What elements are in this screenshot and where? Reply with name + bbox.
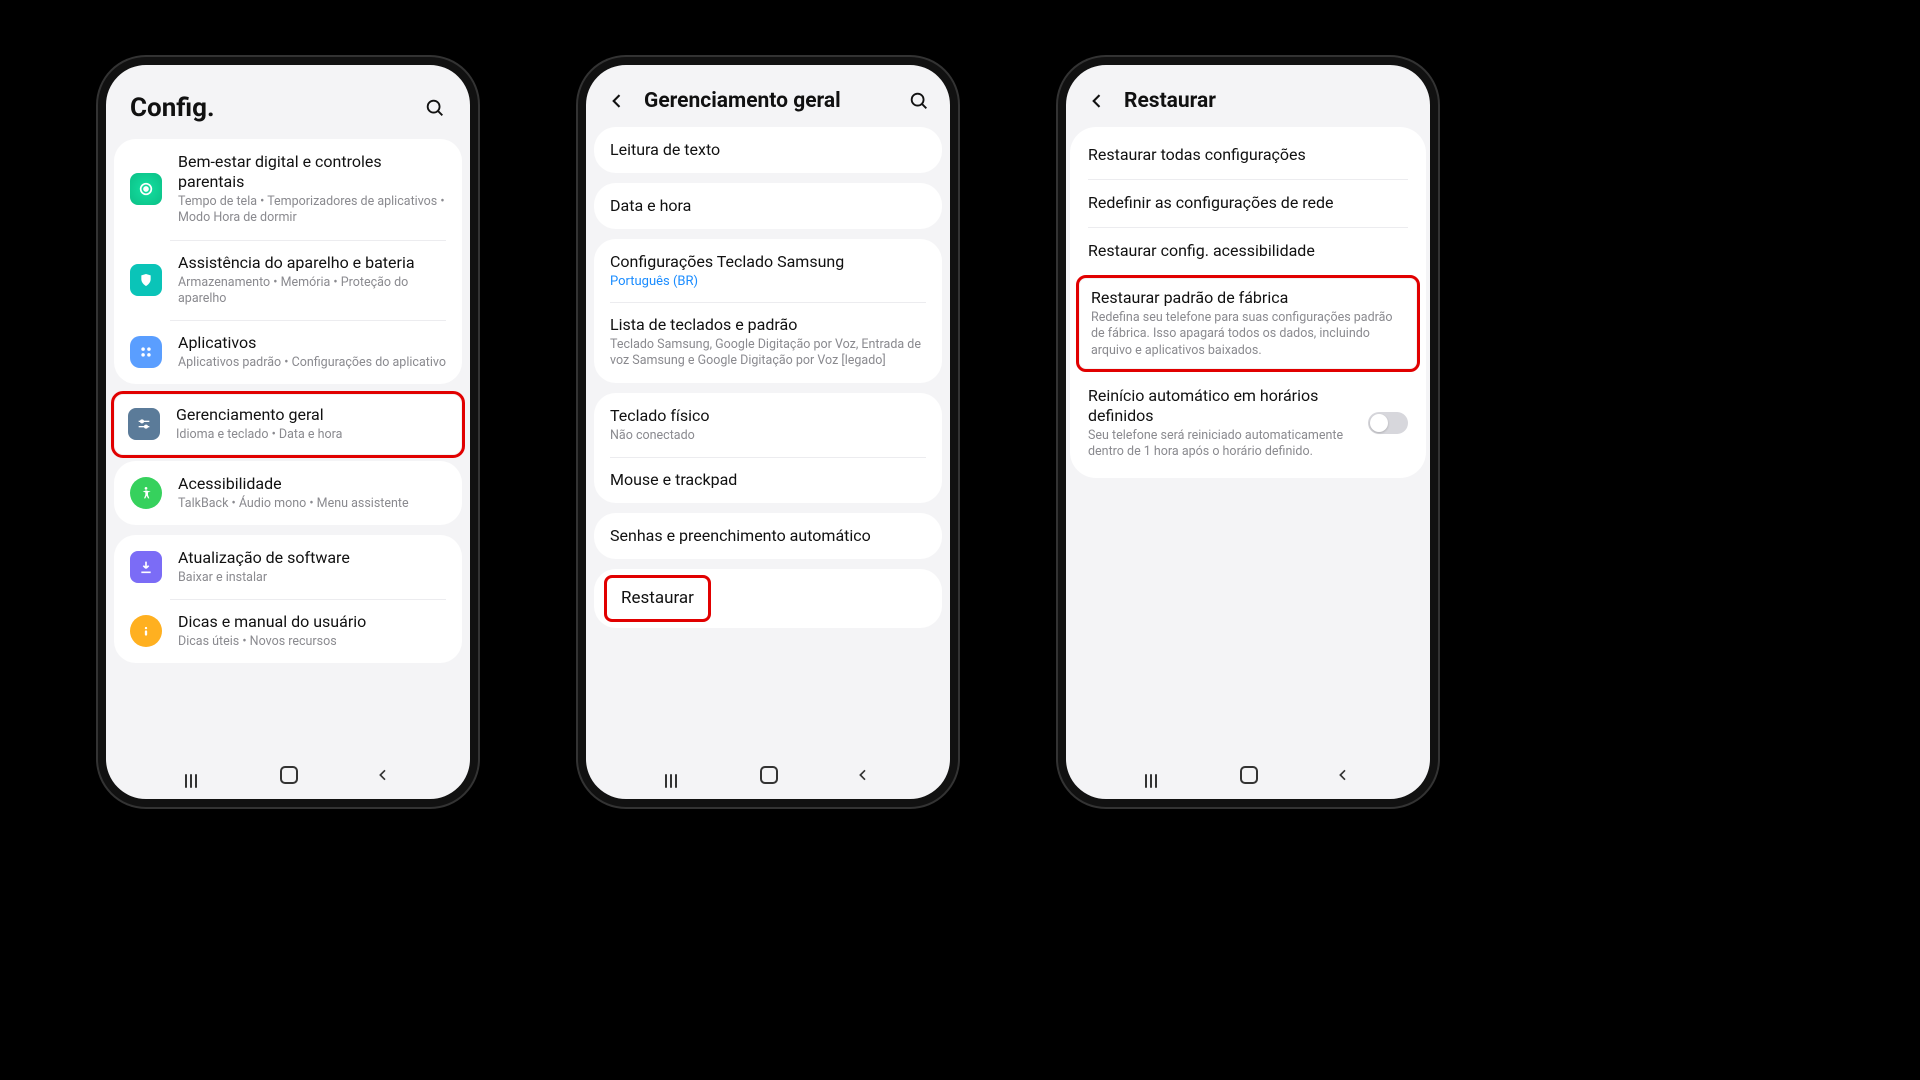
search-icon[interactable]	[908, 90, 930, 112]
item-title: Lista de teclados e padrão	[610, 315, 926, 335]
settings-item-general-management[interactable]: Gerenciamento geral Idioma e teclado • D…	[114, 394, 462, 454]
nav-back[interactable]	[1335, 767, 1351, 783]
item-title: Bem-estar digital e controles parentais	[178, 152, 446, 192]
nav-recents[interactable]	[665, 774, 683, 776]
settings-item-apps[interactable]: Aplicativos Aplicativos padrão • Configu…	[114, 320, 462, 384]
item-reset-all-settings[interactable]: Restaurar todas configurações	[1070, 131, 1426, 179]
accessibility-icon	[130, 477, 162, 509]
item-subtitle: TalkBack • Áudio mono • Menu assistente	[178, 496, 446, 512]
android-navbar	[106, 757, 470, 799]
highlight-factory-reset: Restaurar padrão de fábrica Redefina seu…	[1076, 275, 1420, 372]
nav-home[interactable]	[280, 766, 298, 784]
item-reset[interactable]: Restaurar	[621, 588, 694, 608]
item-factory-reset[interactable]: Restaurar padrão de fábrica Redefina seu…	[1091, 288, 1405, 359]
nav-home[interactable]	[1240, 766, 1258, 784]
nav-recents[interactable]	[1145, 774, 1163, 776]
item-subtitle: Baixar e instalar	[178, 570, 446, 586]
item-subtitle: Idioma e teclado • Data e hora	[176, 427, 448, 443]
item-title: Senhas e preenchimento automático	[610, 526, 871, 546]
settings-item-accessibility[interactable]: Acessibilidade TalkBack • Áudio mono • M…	[114, 461, 462, 525]
highlight-general-management: Gerenciamento geral Idioma e teclado • D…	[111, 391, 465, 457]
item-title: Configurações Teclado Samsung	[610, 252, 926, 272]
item-title: Gerenciamento geral	[176, 405, 448, 425]
item-subtitle: Aplicativos padrão • Configurações do ap…	[178, 355, 446, 371]
page-title: Config.	[130, 93, 408, 123]
software-update-icon	[130, 551, 162, 583]
item-title: Assistência do aparelho e bateria	[178, 253, 446, 273]
item-link: Português (BR)	[610, 274, 926, 289]
item-title: Teclado físico	[610, 406, 926, 426]
settings-item-digital-wellbeing[interactable]: Bem-estar digital e controles parentais …	[114, 139, 462, 240]
item-subtitle: Redefina seu telefone para suas configur…	[1091, 310, 1405, 359]
highlight-reset: Restaurar	[604, 575, 711, 622]
item-reset-accessibility[interactable]: Restaurar config. acessibilidade	[1070, 227, 1426, 275]
general-management-list: Leitura de texto Data e hora Configuraçõ…	[586, 127, 950, 757]
item-title: Reinício automático em horários definido…	[1088, 386, 1354, 426]
phone-3: Restaurar Restaurar todas configurações …	[1058, 57, 1438, 807]
nav-back[interactable]	[375, 767, 391, 783]
header: Config.	[106, 65, 470, 139]
page-title: Restaurar	[1124, 89, 1410, 113]
settings-item-tips[interactable]: Dicas e manual do usuário Dicas úteis • …	[114, 599, 462, 663]
phone-1: Config. Bem-estar digital e controles pa…	[98, 57, 478, 807]
item-subtitle: Não conectado	[610, 428, 926, 444]
tips-icon	[130, 615, 162, 647]
item-samsung-keyboard[interactable]: Configurações Teclado Samsung Português …	[594, 239, 942, 302]
item-title: Data e hora	[610, 196, 691, 216]
item-title: Restaurar padrão de fábrica	[1091, 288, 1405, 308]
item-title: Mouse e trackpad	[610, 470, 737, 490]
item-auto-restart[interactable]: Reinício automático em horários definido…	[1070, 372, 1426, 475]
item-subtitle: Armazenamento • Memória • Proteção do ap…	[178, 275, 446, 308]
item-title: Restaurar todas configurações	[1088, 145, 1408, 165]
header: Gerenciamento geral	[586, 65, 950, 127]
item-title: Acessibilidade	[178, 474, 446, 494]
item-title: Leitura de texto	[610, 140, 720, 160]
android-navbar	[586, 757, 950, 799]
nav-recents[interactable]	[185, 774, 203, 776]
item-title: Dicas e manual do usuário	[178, 612, 446, 632]
back-icon[interactable]	[1086, 90, 1108, 112]
android-navbar	[1066, 757, 1430, 799]
item-title: Redefinir as configurações de rede	[1088, 193, 1408, 213]
item-title: Aplicativos	[178, 333, 446, 353]
item-subtitle: Tempo de tela • Temporizadores de aplica…	[178, 194, 446, 227]
nav-home[interactable]	[760, 766, 778, 784]
item-subtitle: Dicas úteis • Novos recursos	[178, 634, 446, 650]
item-date-time[interactable]: Data e hora	[594, 183, 942, 229]
item-reset-network[interactable]: Redefinir as configurações de rede	[1070, 179, 1426, 227]
auto-restart-toggle[interactable]	[1368, 412, 1408, 434]
search-icon[interactable]	[424, 97, 446, 119]
item-subtitle: Seu telefone será reiniciado automaticam…	[1088, 428, 1354, 461]
wellbeing-icon	[130, 173, 162, 205]
settings-item-software-update[interactable]: Atualização de software Baixar e instala…	[114, 535, 462, 599]
item-text-to-speech[interactable]: Leitura de texto	[594, 127, 942, 173]
item-physical-keyboard[interactable]: Teclado físico Não conectado	[594, 393, 942, 457]
item-subtitle: Teclado Samsung, Google Digitação por Vo…	[610, 337, 926, 370]
item-mouse-trackpad[interactable]: Mouse e trackpad	[594, 457, 942, 503]
settings-list: Bem-estar digital e controles parentais …	[106, 139, 470, 757]
settings-item-device-care[interactable]: Assistência do aparelho e bateria Armaze…	[114, 240, 462, 321]
phone-2: Gerenciamento geral Leitura de texto Dat…	[578, 57, 958, 807]
back-icon[interactable]	[606, 90, 628, 112]
item-title: Atualização de software	[178, 548, 446, 568]
device-care-icon	[130, 264, 162, 296]
page-title: Gerenciamento geral	[644, 89, 892, 113]
general-management-icon	[128, 408, 160, 440]
item-title: Restaurar config. acessibilidade	[1088, 241, 1408, 261]
nav-back[interactable]	[855, 767, 871, 783]
reset-list: Restaurar todas configurações Redefinir …	[1066, 127, 1430, 757]
item-passwords-autofill[interactable]: Senhas e preenchimento automático	[594, 513, 942, 559]
item-keyboard-list[interactable]: Lista de teclados e padrão Teclado Samsu…	[594, 302, 942, 383]
header: Restaurar	[1066, 65, 1430, 127]
apps-icon	[130, 336, 162, 368]
